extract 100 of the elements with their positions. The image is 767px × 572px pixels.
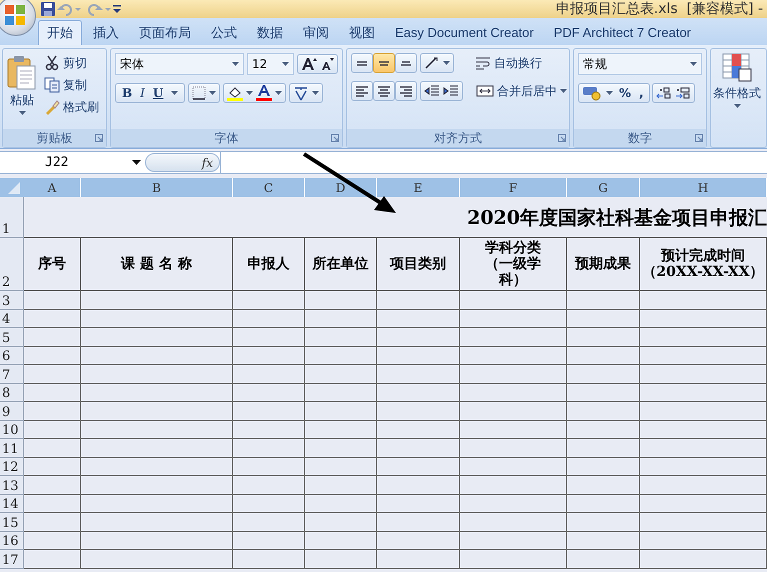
table-cell[interactable] [567,402,640,420]
align-button[interactable] [351,81,373,101]
ribbon-tab[interactable]: 页面布局 [130,20,200,45]
align-button[interactable] [373,53,395,73]
table-cell[interactable] [24,365,81,384]
wrap-text-button[interactable]: 自动换行 [471,53,546,73]
table-cell[interactable] [377,402,460,420]
table-cell[interactable] [460,346,567,365]
table-cell[interactable] [640,458,767,476]
table-cell[interactable] [640,365,767,384]
table-cell[interactable] [81,402,233,420]
table-cell[interactable] [460,384,567,402]
save-icon[interactable] [40,1,56,17]
table-cell[interactable] [460,310,567,328]
table-cell[interactable] [305,402,377,420]
table-cell[interactable] [24,513,81,532]
customize-icon[interactable] [112,4,122,14]
table-cell[interactable] [460,365,567,384]
table-cell[interactable] [640,402,767,420]
table-cell[interactable] [24,494,81,513]
table-cell[interactable] [567,384,640,402]
row-header[interactable]: 10 [0,420,24,439]
table-cell[interactable] [640,346,767,365]
table-cell[interactable] [81,513,233,532]
decrease-decimal-icon[interactable] [674,86,691,100]
table-cell[interactable] [460,550,567,568]
align-button[interactable] [373,81,395,101]
table-cell[interactable] [567,550,640,568]
row-header[interactable]: 5 [0,328,24,346]
table-cell[interactable] [567,346,640,365]
table-cell[interactable] [640,550,767,568]
table-cell[interactable] [233,328,305,346]
table-cell[interactable] [305,346,377,365]
table-cell[interactable] [305,550,377,568]
table-cell[interactable] [81,365,233,384]
table-cell[interactable] [640,310,767,328]
table-cell[interactable] [305,494,377,513]
column-header[interactable]: B [81,178,233,197]
table-cell[interactable] [377,550,460,568]
clipboard-button[interactable]: 格式刷 [40,97,103,117]
table-cell[interactable] [305,513,377,532]
table-cell[interactable] [377,291,460,310]
table-cell[interactable] [377,513,460,532]
row-header[interactable]: 14 [0,494,24,513]
table-cell[interactable] [24,476,81,494]
table-cell[interactable] [233,439,305,458]
table-cell[interactable] [305,420,377,439]
decrease-indent-icon[interactable] [424,84,440,98]
table-cell[interactable] [305,365,377,384]
launcher-icon[interactable] [95,134,103,142]
table-cell[interactable] [460,402,567,420]
table-cell[interactable] [24,439,81,458]
number-format-dropdown[interactable]: 常规 [578,53,702,75]
table-cell[interactable] [567,476,640,494]
table-cell[interactable] [460,439,567,458]
table-cell[interactable] [377,420,460,439]
row-header[interactable]: 11 [0,439,24,458]
row-header[interactable]: 8 [0,384,24,402]
font-color-icon[interactable] [256,85,272,101]
table-cell[interactable] [567,310,640,328]
table-cell[interactable] [24,420,81,439]
table-cell[interactable] [305,458,377,476]
table-cell[interactable] [567,494,640,513]
merge-center-button[interactable]: 合并后居中 [472,81,571,101]
table-cell[interactable] [81,550,233,568]
table-cell[interactable] [81,291,233,310]
font-name-dropdown[interactable]: 宋体 [115,53,244,75]
increase-decimal-icon[interactable] [656,86,672,100]
table-cell[interactable] [81,458,233,476]
table-cell[interactable] [233,476,305,494]
font-size-dropdown[interactable]: 12 [247,53,294,75]
table-cell[interactable] [377,476,460,494]
column-header[interactable]: C [233,178,305,197]
conditional-format-button[interactable]: 条件格式 [711,53,763,108]
table-cell[interactable] [377,365,460,384]
table-cell[interactable] [567,420,640,439]
italic-button[interactable]: I [140,86,145,100]
table-cell[interactable] [24,346,81,365]
table-cell[interactable] [24,458,81,476]
table-cell[interactable] [640,420,767,439]
table-cell[interactable] [233,550,305,568]
table-cell[interactable] [81,310,233,328]
table-cell[interactable] [377,532,460,550]
table-cell[interactable] [233,384,305,402]
table-cell[interactable] [233,494,305,513]
row-header[interactable]: 3 [0,291,24,310]
row-header[interactable]: 4 [0,310,24,328]
row-header[interactable]: 7 [0,365,24,384]
table-cell[interactable] [305,291,377,310]
ribbon-tab[interactable]: 审阅 [294,20,338,45]
align-button[interactable] [395,81,417,101]
table-cell[interactable] [24,402,81,420]
table-cell[interactable] [640,532,767,550]
row-header[interactable]: 9 [0,402,24,420]
ribbon-tab[interactable]: 插入 [84,20,128,45]
fill-color-icon[interactable] [227,85,244,101]
table-cell[interactable] [305,384,377,402]
table-cell[interactable] [640,476,767,494]
table-cell[interactable] [81,384,233,402]
table-cell[interactable] [233,402,305,420]
